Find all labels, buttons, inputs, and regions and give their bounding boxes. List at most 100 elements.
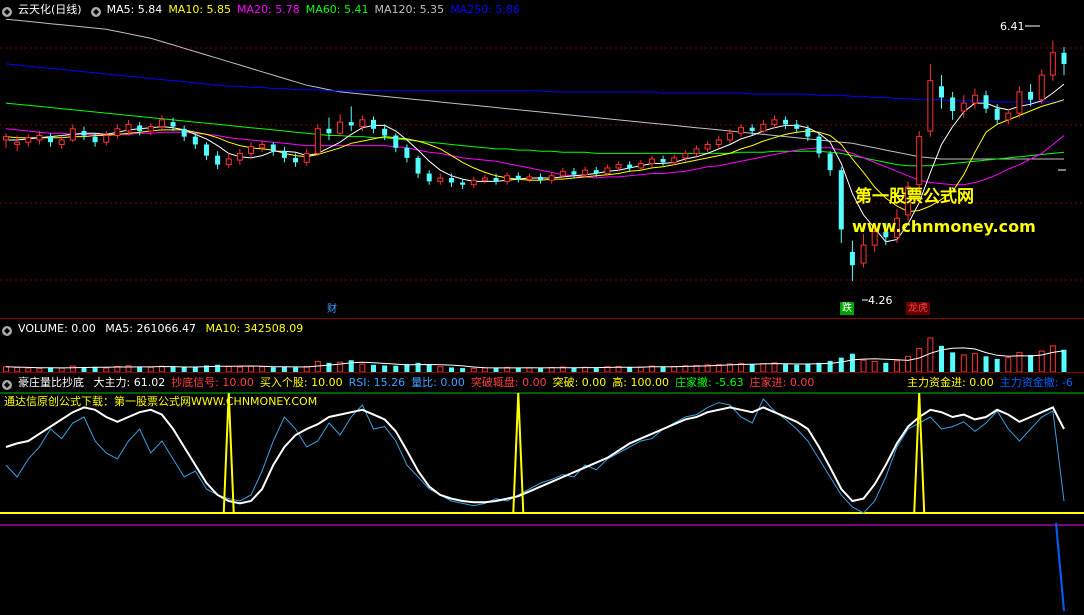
volume-bar-95 (1061, 349, 1067, 372)
volume-pane[interactable]: ◆ VOLUME: 0.00 MA5: 261066.47 MA10: 34250… (0, 318, 1084, 373)
volume-toggle-icon[interactable]: ◆ (2, 326, 12, 336)
candle-body-71 (794, 124, 800, 129)
candle-body-4 (48, 136, 54, 143)
candlestick-chart[interactable] (0, 0, 1084, 318)
candle-body-42 (470, 179, 477, 186)
candle-body-55 (615, 164, 622, 169)
finance-tag[interactable]: 财 (325, 303, 339, 316)
candle-body-8 (92, 136, 98, 143)
watermark-url: www.chnmoney.com (852, 217, 1036, 236)
volume-bar-38 (426, 364, 432, 372)
candle-body-59 (660, 159, 666, 163)
candle-body-22 (248, 146, 255, 154)
candle-body-95 (1061, 52, 1067, 64)
candle-body-40 (448, 178, 454, 183)
candle-body-57 (637, 162, 644, 169)
candle-body-0 (3, 136, 9, 141)
candle-body-14 (158, 119, 165, 128)
ma120-line (5, 18, 1064, 160)
candle-body-33 (371, 119, 377, 129)
indicator-legend-item-0: 大主力: 61.02 (93, 376, 166, 389)
ma250-line (5, 63, 1064, 103)
candle-body-92 (1028, 91, 1034, 100)
indicator-legend-item-6: 突破: 0.00 (552, 376, 607, 389)
volume-bar-74 (827, 360, 833, 372)
volume-bar-75 (838, 357, 844, 372)
candle-body-51 (571, 171, 577, 175)
watermark-title: 第一股票公式网 (855, 187, 974, 207)
volume-ma10: MA10: 342508.09 (205, 322, 304, 335)
pane-toggle-icon[interactable]: ◆ (2, 7, 12, 17)
indicator-legend: 大主力: 61.02 抄底信号: 10.00 买入个股: 10.00 RSI: 15.… (94, 376, 821, 389)
ma60-line (5, 102, 1065, 167)
volume-bar-85 (950, 352, 956, 372)
candle-body-72 (805, 128, 811, 137)
candle-body-6 (69, 128, 76, 141)
volume-bar-78 (871, 361, 878, 373)
drop-tag[interactable]: 跌 (840, 302, 854, 315)
candle-body-86 (960, 102, 967, 112)
candle-body-52 (582, 169, 589, 176)
volume-bar-33 (371, 364, 377, 372)
ma-legend-item-4: MA120: 5.35 (374, 3, 445, 16)
indicator-legend-item-7: 高: 100.00 (612, 376, 669, 389)
candle-body-67 (749, 127, 755, 132)
ma-legend-item-0: MA5: 5.84 (106, 3, 163, 16)
volume-bar-87 (971, 353, 978, 373)
indicator-legend-right: 主力资金进: 0.00 主力资金撤: -6 (907, 375, 1079, 391)
candle-body-34 (382, 128, 388, 136)
candle-body-32 (359, 119, 366, 128)
candle-body-44 (493, 178, 499, 182)
candle-body-84 (938, 86, 944, 98)
volume-bar-70 (783, 364, 789, 372)
candle-body-43 (481, 177, 488, 181)
volume-bar-94 (1049, 345, 1056, 373)
candle-body-27 (303, 152, 310, 163)
indicator-pane[interactable]: ◆ 豪庄量比抄底 大主力: 61.02 抄底信号: 10.00 买入个股: 10.00… (0, 372, 1084, 615)
indicator-chart[interactable] (0, 373, 1084, 615)
candle-body-50 (559, 170, 566, 177)
candle-body-56 (627, 164, 633, 168)
candle-body-13 (147, 126, 154, 132)
volume-bar-28 (314, 361, 321, 373)
candle-body-65 (726, 132, 733, 141)
indicator-legend-item-3: RSI: 15.26 (348, 376, 406, 389)
candle-body-46 (515, 175, 521, 180)
fund-out-line (1055, 522, 1065, 612)
candle-body-89 (994, 108, 1000, 120)
candle-body-62 (693, 148, 700, 154)
candle-body-68 (760, 123, 767, 132)
longhu-tag[interactable]: 龙虎 (906, 302, 930, 315)
indicator-toggle-icon[interactable]: ◆ (2, 380, 12, 390)
ma-toggle-icon[interactable]: ◆ (91, 7, 102, 17)
volume-bar-81 (905, 355, 912, 373)
kline-pane[interactable]: ◆ 云天化(日线) ◆ MA5: 5.84 MA10: 5.85 MA20: 5.78… (0, 0, 1084, 318)
candle-body-24 (270, 144, 276, 152)
candle-body-2 (25, 137, 32, 143)
volume-ma5: MA5: 261066.47 (105, 322, 197, 335)
candle-body-88 (983, 95, 989, 109)
high-price-label: 6.41 (1000, 20, 1025, 33)
volume-bar-83 (927, 337, 934, 373)
volume-bar-29 (326, 362, 332, 372)
buy-signal-spike-0 (222, 392, 235, 514)
volume-bar-76 (849, 353, 855, 372)
candle-body-10 (114, 128, 121, 137)
candle-body-87 (971, 94, 978, 104)
candle-body-38 (426, 173, 432, 182)
indicator-legend-item-4: 量比: 0.00 (411, 376, 465, 389)
candle-body-7 (81, 131, 87, 136)
candle-body-25 (281, 151, 287, 158)
candle-body-54 (604, 167, 611, 175)
ma-legend-item-1: MA10: 5.85 (168, 3, 232, 16)
candle-body-30 (337, 121, 344, 134)
candle-body-47 (526, 176, 533, 180)
volume-header: ◆ VOLUME: 0.00 MA5: 261066.47 MA10: 34250… (2, 321, 309, 337)
candle-body-60 (671, 157, 678, 163)
ma-legend-item-3: MA60: 5.41 (305, 3, 369, 16)
indicator-legend-right-item-0: 主力资金进: 0.00 (907, 376, 994, 389)
indicator-legend-item-8: 庄家撤: -5.63 (675, 376, 744, 389)
volume-bar-68 (760, 363, 767, 373)
volume-bar-86 (960, 354, 967, 373)
candle-body-74 (827, 153, 833, 171)
